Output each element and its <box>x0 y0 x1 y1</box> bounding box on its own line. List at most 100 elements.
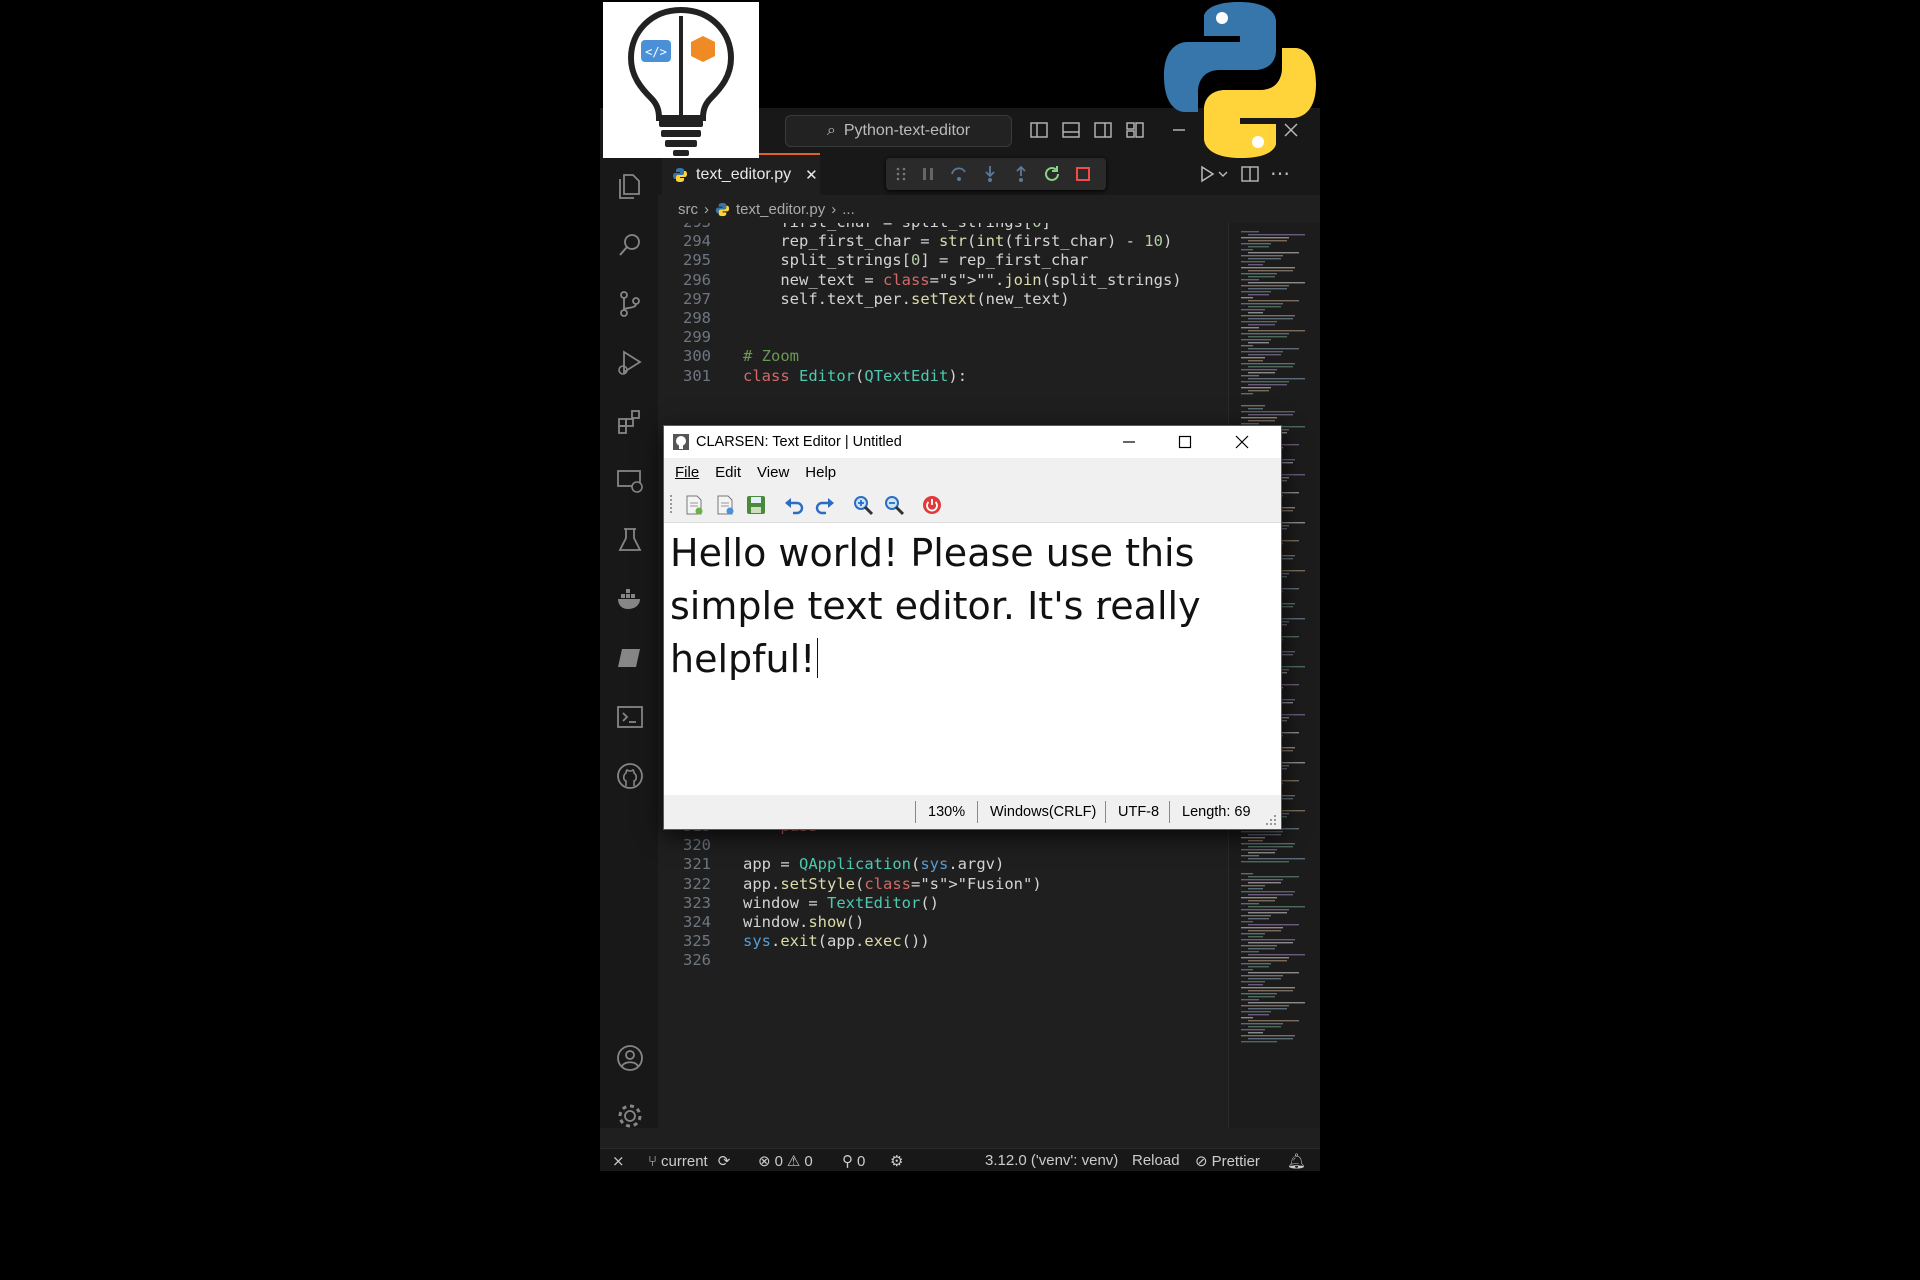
toolbar-grip-icon[interactable] <box>669 494 675 516</box>
zoom-out-icon[interactable] <box>883 494 905 516</box>
step-over-icon[interactable] <box>950 165 968 183</box>
gear-icon[interactable] <box>615 1101 645 1131</box>
testing-icon[interactable] <box>615 525 645 555</box>
menu-file[interactable]: File <box>667 464 707 481</box>
remote-explorer-icon[interactable] <box>615 466 645 496</box>
minimap-line <box>1248 996 1275 998</box>
dialog-title-bar[interactable]: CLARSEN: Text Editor | Untitled <box>664 426 1281 458</box>
toggle-sidebar-icon[interactable] <box>1030 121 1048 139</box>
minimap-line <box>1241 363 1295 365</box>
minimap-line <box>1248 366 1293 368</box>
command-center[interactable]: ⌕ Python-text-editor <box>785 115 1012 147</box>
search-icon[interactable] <box>615 230 645 260</box>
toggle-secondary-sidebar-icon[interactable] <box>1094 121 1112 139</box>
minimap-line <box>1241 315 1295 317</box>
close-icon[interactable] <box>1234 434 1250 450</box>
minimap-line <box>1248 342 1269 344</box>
minimap-line <box>1241 1017 1253 1019</box>
zoom-in-icon[interactable] <box>852 494 874 516</box>
menu-view[interactable]: View <box>749 464 797 481</box>
python-interpreter[interactable]: 3.12.0 ('venv': venv) <box>985 1152 1118 1169</box>
chevron-down-icon[interactable] <box>1218 171 1228 179</box>
run-file-icon[interactable] <box>1198 165 1216 183</box>
dialog-title: CLARSEN: Text Editor | Untitled <box>696 434 902 450</box>
minimap-line <box>1248 840 1263 842</box>
python-logo-icon <box>1164 2 1316 158</box>
docker-icon[interactable] <box>615 584 645 614</box>
minimap-line <box>1241 243 1271 245</box>
redo-icon[interactable] <box>814 494 836 516</box>
minimap-line <box>1248 1032 1263 1034</box>
error-count: 0 <box>774 1152 783 1170</box>
minimap-line <box>1241 393 1253 395</box>
minimap-line <box>1241 999 1259 1001</box>
undo-icon[interactable] <box>783 494 805 516</box>
breadcrumb-file[interactable]: text_editor.py <box>736 201 825 218</box>
minimap-line <box>1241 1023 1283 1025</box>
customize-layout-icon[interactable] <box>1126 121 1144 139</box>
prettier-status[interactable]: ⊘ Prettier <box>1195 1152 1260 1171</box>
tab-text-editor-py[interactable]: text_editor.py ✕ <box>662 153 820 195</box>
notebook-icon[interactable] <box>615 643 645 673</box>
exit-power-icon[interactable] <box>921 494 943 516</box>
extensions-icon[interactable] <box>615 407 645 437</box>
save-file-icon[interactable] <box>745 494 767 516</box>
minimap-line <box>1241 843 1295 845</box>
minimap-line <box>1248 966 1269 968</box>
minimap-line <box>1248 954 1305 956</box>
more-actions-icon[interactable]: ⋯ <box>1270 161 1290 186</box>
menu-help[interactable]: Help <box>797 464 844 481</box>
step-into-icon[interactable] <box>981 165 999 183</box>
remote-icon[interactable]: ⨯ <box>612 1152 625 1170</box>
minimap-line <box>1248 918 1269 920</box>
breadcrumb-more[interactable]: ... <box>842 201 855 218</box>
minimap-line <box>1241 255 1283 257</box>
debug-status-icon[interactable]: ⚙ <box>890 1152 903 1170</box>
minimap-line <box>1248 894 1293 896</box>
maximize-icon[interactable] <box>1177 434 1193 450</box>
minimap-line <box>1241 1011 1271 1013</box>
ports-status[interactable]: ⚲ 0 <box>842 1152 865 1171</box>
tab-close-icon[interactable]: ✕ <box>805 166 818 184</box>
terminal-icon[interactable] <box>615 702 645 732</box>
warning-count: 0 <box>804 1152 813 1170</box>
minimap-line <box>1241 1005 1289 1007</box>
minimap-line <box>1248 1008 1287 1010</box>
github-icon[interactable] <box>615 761 645 791</box>
minimap-line <box>1241 939 1295 941</box>
restart-icon[interactable] <box>1043 165 1061 183</box>
minimap-line <box>1248 984 1263 986</box>
step-out-icon[interactable] <box>1012 165 1030 183</box>
minimap-line <box>1241 279 1259 281</box>
dialog-menu-bar: File Edit View Help <box>664 458 1281 486</box>
resize-grip-icon[interactable] <box>1264 813 1278 827</box>
minimap-line <box>1248 846 1293 848</box>
notifications-bell-icon[interactable]: 🔔︎ <box>1287 1152 1306 1170</box>
lightbulb-brain-logo: </> <box>603 2 759 158</box>
minimap-line <box>1248 288 1287 290</box>
toggle-panel-icon[interactable] <box>1062 121 1080 139</box>
minimap-line <box>1241 297 1253 299</box>
split-editor-icon[interactable] <box>1241 165 1259 183</box>
open-file-icon[interactable] <box>714 494 736 516</box>
accounts-icon[interactable] <box>615 1043 645 1073</box>
breadcrumb-folder[interactable]: src <box>678 201 698 218</box>
text-area[interactable]: Hello world! Please use this simple text… <box>664 523 1281 795</box>
minimap-line <box>1248 246 1269 248</box>
menu-edit[interactable]: Edit <box>707 464 749 481</box>
minimap-line <box>1241 909 1289 911</box>
run-debug-icon[interactable] <box>615 348 645 378</box>
problems-status[interactable]: ⊗ 0 ⚠ 0 <box>758 1152 813 1171</box>
drag-handle-icon[interactable] <box>894 166 908 182</box>
minimap-line <box>1248 942 1293 944</box>
explorer-icon[interactable] <box>615 171 645 201</box>
reload-button[interactable]: Reload <box>1132 1152 1180 1169</box>
minimap-line <box>1248 972 1299 974</box>
pause-icon[interactable] <box>920 166 936 182</box>
branch-status[interactable]: ⑂ current ⟳ <box>648 1152 730 1171</box>
stop-icon[interactable] <box>1075 166 1091 182</box>
python-file-icon <box>715 202 730 216</box>
source-control-icon[interactable] <box>615 289 645 319</box>
minimize-icon[interactable] <box>1121 434 1137 450</box>
new-file-icon[interactable] <box>683 494 705 516</box>
